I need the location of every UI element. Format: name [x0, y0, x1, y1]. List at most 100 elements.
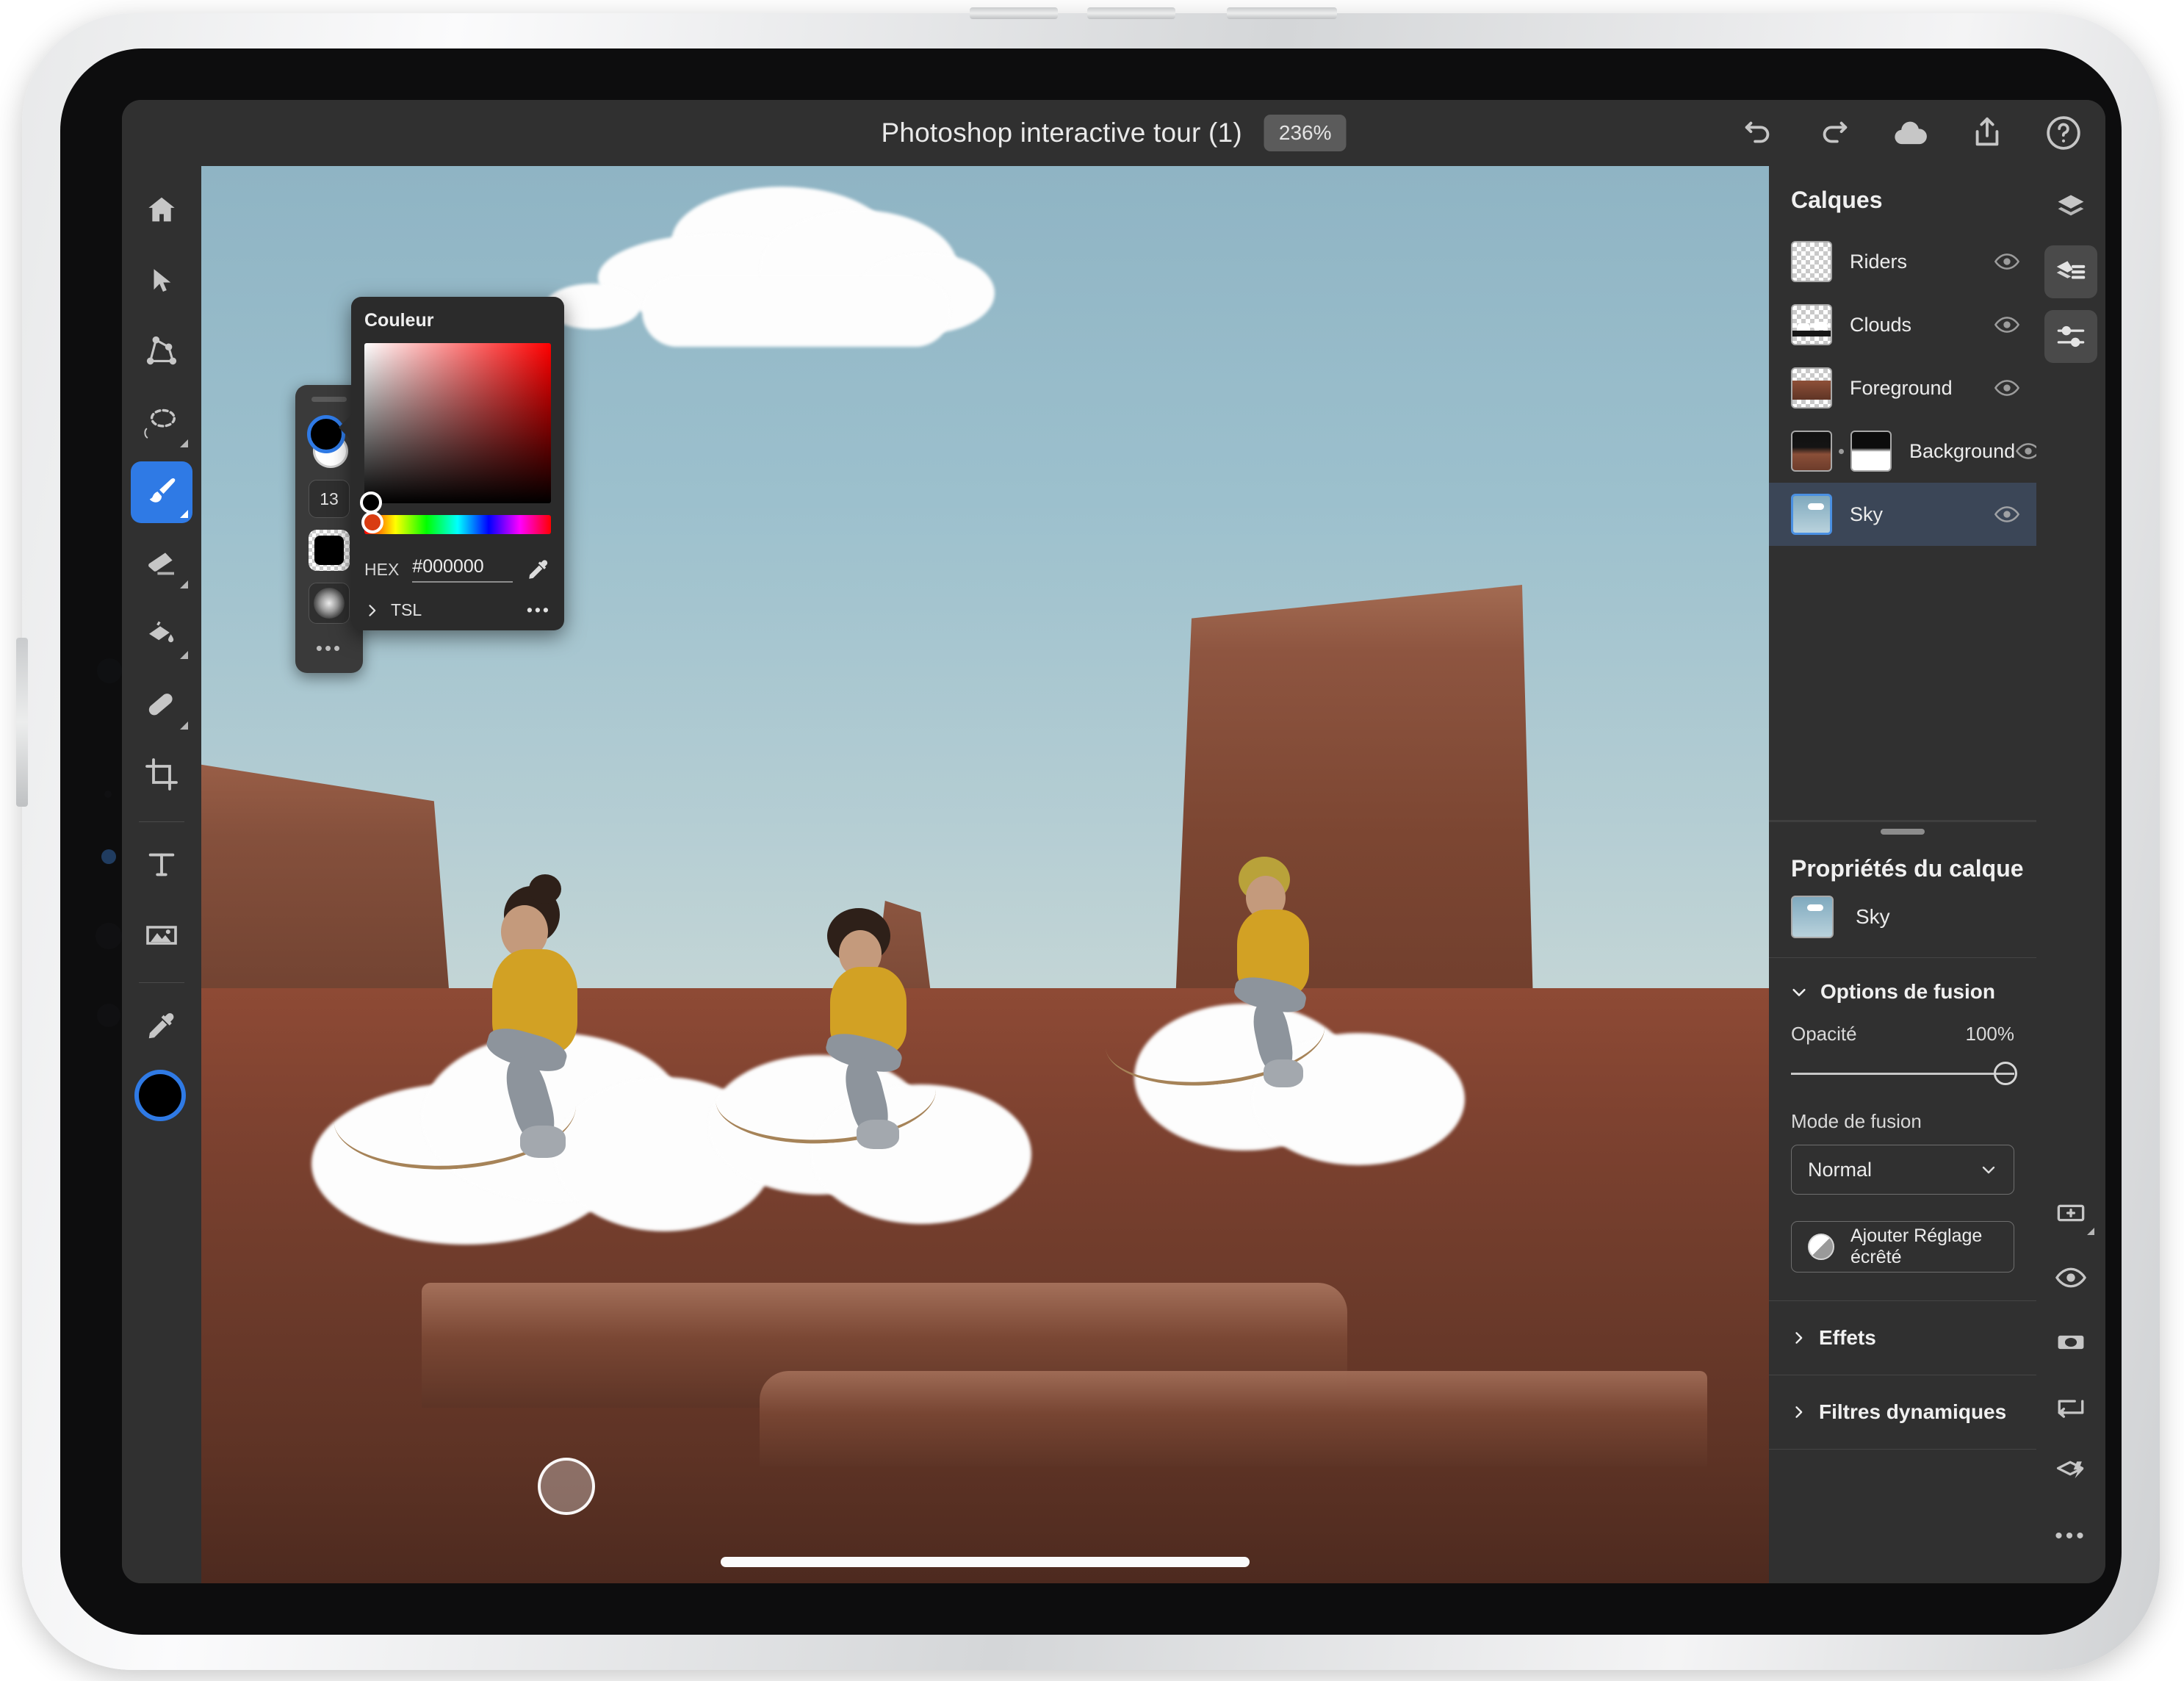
color-more-options-icon[interactable]: ••• [527, 600, 551, 620]
opacity-slider-knob[interactable] [1994, 1062, 2017, 1085]
eye-icon[interactable] [1994, 248, 2020, 275]
speaker-dot-top [95, 923, 122, 949]
tool-submenu-indicator [180, 510, 188, 518]
tool-submenu-indicator [180, 580, 188, 588]
healing-brush-icon[interactable] [131, 673, 192, 735]
rider-boot [1264, 1059, 1303, 1087]
panel-resize-handle[interactable] [1881, 829, 1925, 835]
volume-button-up[interactable] [970, 7, 1058, 19]
blend-mode-select[interactable]: Normal [1791, 1145, 2014, 1195]
saturation-value-knob[interactable] [360, 492, 382, 514]
layer-row-background[interactable]: Background [1769, 420, 2036, 483]
opacity-slider[interactable] [1791, 1062, 2014, 1085]
layer-row-sky[interactable]: Sky [1769, 483, 2036, 546]
text-icon[interactable] [131, 834, 192, 896]
place-image-icon[interactable] [131, 904, 192, 966]
layer-thumbnail[interactable] [1791, 304, 1832, 345]
layer-row-riders[interactable]: Riders [1769, 230, 2036, 293]
eye-icon[interactable] [1994, 375, 2020, 401]
panel-divider [1769, 820, 2036, 822]
chevron-down-icon [1980, 1161, 1997, 1178]
visibility-icon[interactable] [2044, 1251, 2097, 1304]
chevron-right-icon [1791, 1405, 1806, 1419]
speaker-dot-bottom [97, 1004, 120, 1027]
cloud-icon[interactable] [1891, 113, 1931, 153]
hue-slider-knob[interactable] [361, 511, 383, 533]
brush-size-value[interactable]: 13 [309, 480, 350, 518]
eye-icon[interactable] [1994, 501, 2020, 528]
home-indicator[interactable] [721, 1557, 1250, 1567]
hex-input[interactable]: #000000 [412, 556, 513, 583]
layer-name: Foreground [1850, 377, 1994, 400]
left-toolbar [122, 166, 201, 1583]
layers-icon[interactable] [2044, 181, 2097, 234]
blend-options-label: Options de fusion [1820, 980, 1995, 1004]
layer-thumbnail[interactable] [1791, 367, 1832, 408]
color-swatches[interactable] [130, 1070, 193, 1140]
brush-soft-preset[interactable] [309, 583, 350, 624]
layers-panel: Calques Riders [1769, 166, 2036, 820]
app-screen: Photoshop interactive tour (1) 236% [122, 100, 2105, 1583]
add-clipped-adjustment-button[interactable]: Ajouter Réglage écrêté [1791, 1221, 2014, 1273]
move-icon[interactable] [131, 250, 192, 312]
mask-icon[interactable] [2044, 1316, 2097, 1369]
saturation-value-field[interactable] [364, 343, 551, 503]
crop-icon[interactable] [131, 744, 192, 805]
opacity-label: Opacité [1791, 1023, 1857, 1045]
add-layer-icon[interactable] [2044, 1187, 2097, 1239]
layer-thumbnail[interactable] [1791, 431, 1832, 472]
redo-icon[interactable] [1814, 113, 1854, 153]
paint-bucket-icon[interactable] [131, 602, 192, 664]
layer-thumbnail[interactable] [1791, 241, 1832, 282]
brush-hard-preset[interactable] [309, 530, 350, 571]
layer-properties-icon[interactable] [2044, 245, 2097, 298]
tsl-label: TSL [391, 600, 515, 620]
chevron-right-icon [364, 603, 379, 618]
layer-row-foreground[interactable]: Foreground [1769, 356, 2036, 420]
adjustments-icon[interactable] [2044, 310, 2097, 363]
undo-icon[interactable] [1738, 113, 1778, 153]
brush-more-options-icon[interactable]: ••• [316, 637, 342, 660]
blend-options-header[interactable]: Options de fusion [1769, 958, 2036, 1004]
eyedropper-icon[interactable] [526, 557, 551, 582]
layer-thumbnail[interactable] [1791, 494, 1832, 535]
tool-submenu-indicator [2087, 1228, 2094, 1235]
chevron-right-icon [1791, 1331, 1806, 1345]
more-options-icon[interactable]: ••• [2044, 1510, 2097, 1563]
effects-label: Effets [1819, 1326, 1876, 1350]
hue-slider[interactable] [364, 515, 551, 534]
canvas-area[interactable]: 13 ••• Couleur HEX #000000 [201, 166, 1769, 1583]
color-picker-popover[interactable]: Couleur HEX #000000 [351, 297, 564, 630]
effects-section[interactable]: Effets [1769, 1301, 2036, 1375]
panel-drag-handle[interactable] [311, 397, 347, 402]
power-button[interactable] [1227, 7, 1337, 19]
rider-1 [466, 886, 620, 1180]
rider-boot [857, 1120, 899, 1149]
layer-mask-thumbnail[interactable] [1850, 431, 1892, 472]
rider-boot [520, 1126, 566, 1158]
tsl-section[interactable]: TSL ••• [364, 600, 551, 620]
rider-2 [811, 908, 943, 1165]
brush-cursor [538, 1458, 595, 1515]
effects-icon[interactable] [2044, 1445, 2097, 1498]
share-icon[interactable] [1967, 113, 2007, 153]
foreground-color-swatch[interactable] [134, 1070, 186, 1121]
eraser-icon[interactable] [131, 532, 192, 594]
transform-icon[interactable] [131, 320, 192, 382]
add-clipped-adjustment-label: Ajouter Réglage écrêté [1850, 1225, 1997, 1268]
home-icon[interactable] [131, 179, 192, 241]
properties-layer-row: Sky [1769, 882, 2036, 957]
layer-thumbnail[interactable] [1791, 896, 1834, 938]
eye-icon[interactable] [1994, 312, 2020, 338]
lasso-icon[interactable] [131, 391, 192, 453]
properties-layer-name: Sky [1856, 905, 1890, 929]
brush-icon[interactable] [131, 461, 192, 523]
duplicate-layer-icon[interactable] [2044, 1381, 2097, 1433]
volume-button-down[interactable] [1087, 7, 1175, 19]
layer-row-clouds[interactable]: Clouds [1769, 293, 2036, 356]
top-bar: Photoshop interactive tour (1) 236% [122, 100, 2105, 166]
smart-filters-section[interactable]: Filtres dynamiques [1769, 1375, 2036, 1449]
zoom-level-badge[interactable]: 236% [1264, 115, 1347, 151]
help-icon[interactable] [2044, 113, 2083, 153]
eyedropper-icon[interactable] [131, 995, 192, 1057]
